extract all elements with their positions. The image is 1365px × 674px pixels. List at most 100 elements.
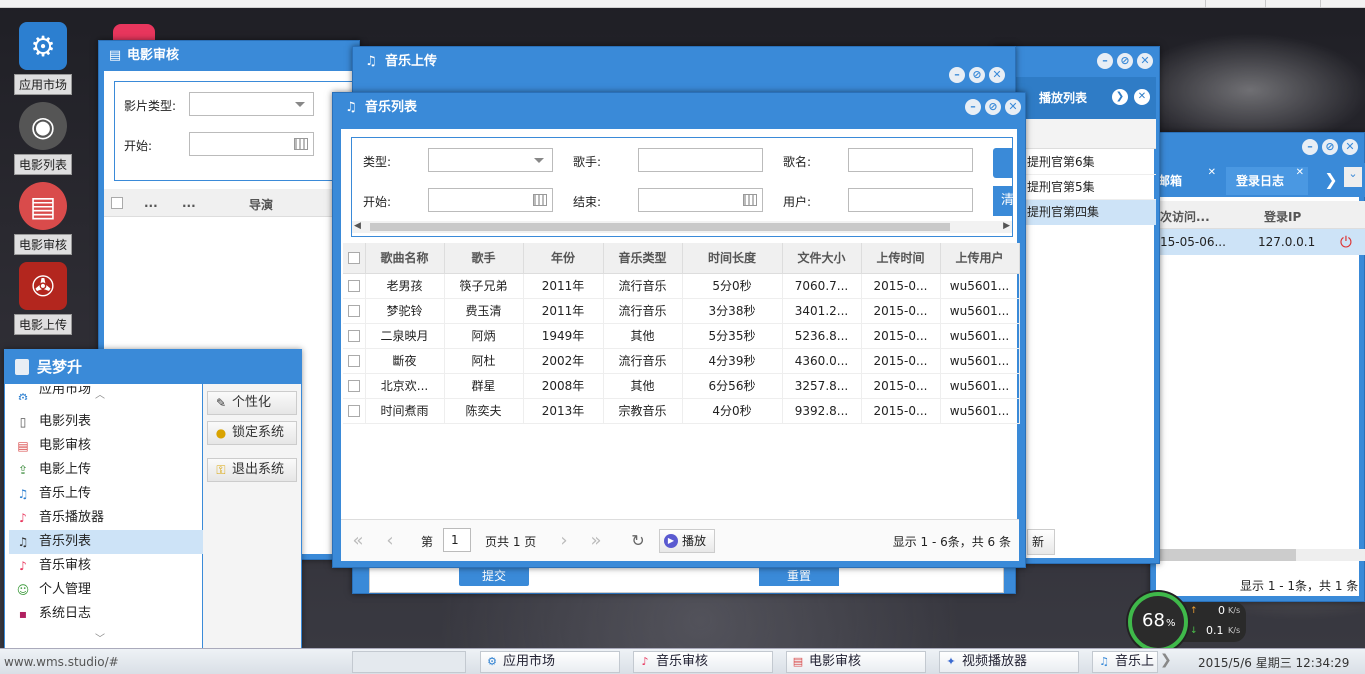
movie-type-select[interactable] xyxy=(189,92,314,116)
close-icon[interactable]: ✕ xyxy=(989,67,1005,83)
desktop-icon-app-market[interactable]: ⚙ 应用市场 xyxy=(8,22,78,95)
logout-button[interactable]: ⚿ 退出系统 xyxy=(207,458,297,482)
row-checkbox[interactable] xyxy=(347,405,360,417)
calendar-icon[interactable] xyxy=(533,194,547,206)
start-menu-item[interactable]: ▤ 电影审核 xyxy=(9,434,205,458)
column-header[interactable]: 歌手 xyxy=(444,243,524,274)
calendar-icon[interactable] xyxy=(294,138,308,150)
minimize-icon[interactable]: – xyxy=(949,67,965,83)
tab-login-log[interactable]: 登录日志 ✕ xyxy=(1226,167,1308,195)
select-all-checkbox[interactable] xyxy=(347,252,360,265)
filter-scrollbar[interactable]: ◀ ▶ xyxy=(352,221,1012,233)
table-row[interactable]: 北京欢... 群星 2008年 其他 6分56秒 3257.8... 2015-0... wu… xyxy=(343,373,1020,399)
column-header[interactable]: 时间长度 xyxy=(682,243,783,274)
table-cell: wu5601... xyxy=(940,373,1020,399)
music-type-select[interactable] xyxy=(428,148,553,172)
reset-button[interactable]: 重置 xyxy=(759,566,839,586)
tab-menu-icon[interactable]: ⌄ xyxy=(1344,167,1362,187)
table-row[interactable]: 二泉映月 阿炳 1949年 其他 5分35秒 5236.8... 2015-0... wu56… xyxy=(343,323,1020,349)
play-next-icon[interactable]: ❯ xyxy=(1112,89,1128,105)
restore-icon[interactable]: ⊘ xyxy=(969,67,985,83)
row-checkbox[interactable] xyxy=(347,330,360,342)
close-icon[interactable]: ✕ xyxy=(1005,99,1021,115)
table-row[interactable]: 时间煮雨 陈奕夫 2013年 宗教音乐 4分0秒 9392.8... 2015-0... wu… xyxy=(343,398,1020,424)
task-video-player[interactable]: ✦ 视频播放器 xyxy=(939,651,1079,673)
refresh-button[interactable]: 新 xyxy=(1027,529,1055,555)
table-cell: 2008年 xyxy=(523,373,604,399)
start-menu-item[interactable]: ♪ 音乐审核 xyxy=(9,554,205,578)
start-menu-item[interactable]: ♪ 音乐播放器 xyxy=(9,506,205,530)
calendar-icon[interactable] xyxy=(743,194,757,206)
row-checkbox[interactable] xyxy=(347,380,360,392)
restore-icon[interactable]: ⊘ xyxy=(1117,53,1133,69)
desktop-icon-movie-upload[interactable]: ✇ 电影上传 xyxy=(8,262,78,335)
tab-scroll-right-icon[interactable]: ❯ xyxy=(1320,167,1342,193)
submit-button[interactable]: 提交 xyxy=(459,566,529,586)
start-menu-item[interactable]: ♫ 音乐上传 xyxy=(9,482,205,506)
column-header[interactable]: 上传用户 xyxy=(940,243,1020,274)
next-page-icon[interactable]: › xyxy=(553,530,575,552)
desktop-icon-movie-list[interactable]: ◉ 电影列表 xyxy=(8,102,78,175)
prev-page-icon[interactable]: ‹ xyxy=(379,530,401,552)
task-music-upload[interactable]: ♫音乐上传 xyxy=(1092,651,1158,673)
restore-icon[interactable]: ⊘ xyxy=(1322,139,1338,155)
minimize-icon[interactable]: – xyxy=(1097,53,1113,69)
row-checkbox[interactable] xyxy=(347,280,360,292)
start-menu-item[interactable]: ♫ 音乐列表 xyxy=(9,530,205,554)
singer-input[interactable] xyxy=(638,148,763,172)
start-menu-item[interactable]: ☺ 个人管理 xyxy=(9,578,205,602)
upload-icon: ⇪ xyxy=(17,463,29,477)
column-header[interactable]: 上传时间 xyxy=(861,243,941,274)
task-music-review[interactable]: ♪ 音乐审核 xyxy=(633,651,773,673)
row-checkbox[interactable] xyxy=(347,305,360,317)
page-number-input[interactable]: 1 xyxy=(443,528,471,552)
table-row[interactable]: 老男孩 筷子兄弟 2011年 流行音乐 5分0秒 7060.7... 2015-0... wu… xyxy=(343,273,1020,299)
restore-icon[interactable]: ⊘ xyxy=(985,99,1001,115)
personalize-button[interactable]: ✎ 个性化 xyxy=(207,391,297,415)
last-page-icon[interactable]: » xyxy=(585,530,607,552)
task-scroll-right-icon[interactable]: ❯ xyxy=(1160,652,1172,668)
column-header[interactable]: 歌曲名称 xyxy=(365,243,445,274)
task-blank[interactable] xyxy=(352,651,466,673)
movie-start-date[interactable] xyxy=(189,132,314,156)
close-icon[interactable]: ✕ xyxy=(1342,139,1358,155)
start-menu-item[interactable]: ▯ 电影列表 xyxy=(9,410,205,434)
row-checkbox[interactable] xyxy=(347,355,360,367)
task-movie-review[interactable]: ▤ 电影审核 xyxy=(786,651,926,673)
reset-filter-button[interactable]: 清 xyxy=(993,186,1013,216)
memory-gauge[interactable]: 68 % xyxy=(1128,592,1188,652)
end-date-field[interactable] xyxy=(638,188,763,212)
movie-review-titlebar[interactable]: ▤ 电影审核 xyxy=(99,41,359,71)
search-button[interactable] xyxy=(993,148,1013,178)
column-header[interactable]: 文件大小 xyxy=(782,243,862,274)
close-icon[interactable]: ✕ xyxy=(1134,89,1150,105)
start-menu-item[interactable]: ⚙ 应用市场 xyxy=(9,386,205,400)
close-icon[interactable]: ✕ xyxy=(1137,53,1153,69)
music-list-titlebar[interactable]: ♫ 音乐列表 xyxy=(333,93,1025,123)
song-name-input[interactable] xyxy=(848,148,973,172)
select-all-checkbox[interactable] xyxy=(111,197,123,209)
first-page-icon[interactable]: « xyxy=(347,530,369,552)
table-cell: 2015-0... xyxy=(861,398,941,424)
column-header[interactable]: 音乐类型 xyxy=(603,243,683,274)
scroll-down-icon[interactable]: ﹀ xyxy=(95,630,105,645)
table-row[interactable]: 斷夜 阿杜 2002年 流行音乐 4分39秒 4360.0... 2015-0... wu56… xyxy=(343,348,1020,374)
column-header[interactable]: 年份 xyxy=(523,243,604,274)
music-upload-titlebar[interactable]: ♫ 音乐上传 xyxy=(353,47,1015,77)
lock-system-button[interactable]: ● 锁定系统 xyxy=(207,421,297,445)
minimize-icon[interactable]: – xyxy=(1302,139,1318,155)
start-date-field[interactable] xyxy=(428,188,553,212)
table-cell: 3分38秒 xyxy=(682,298,783,324)
task-app-market[interactable]: ⚙ 应用市场 xyxy=(480,651,620,673)
start-menu-item[interactable]: ▪ 系统日志 xyxy=(9,602,205,626)
minimize-icon[interactable]: – xyxy=(965,99,981,115)
refresh-icon[interactable]: ↻ xyxy=(627,530,649,552)
power-icon[interactable]: ⏻ xyxy=(1340,233,1352,251)
start-menu-item[interactable]: ⇪ 电影上传 xyxy=(9,458,205,482)
desktop-icon-movie-review[interactable]: ▤ 电影审核 xyxy=(8,182,78,255)
tab-mailbox[interactable]: 邮箱 ✕ xyxy=(1158,167,1220,195)
user-input[interactable] xyxy=(848,188,973,212)
table-row[interactable]: 梦驼铃 费玉清 2011年 流行音乐 3分38秒 3401.2... 2015-0... wu… xyxy=(343,298,1020,324)
gear-icon: ⚙ xyxy=(487,655,497,668)
play-button[interactable]: ▶ 播放 xyxy=(659,529,715,553)
